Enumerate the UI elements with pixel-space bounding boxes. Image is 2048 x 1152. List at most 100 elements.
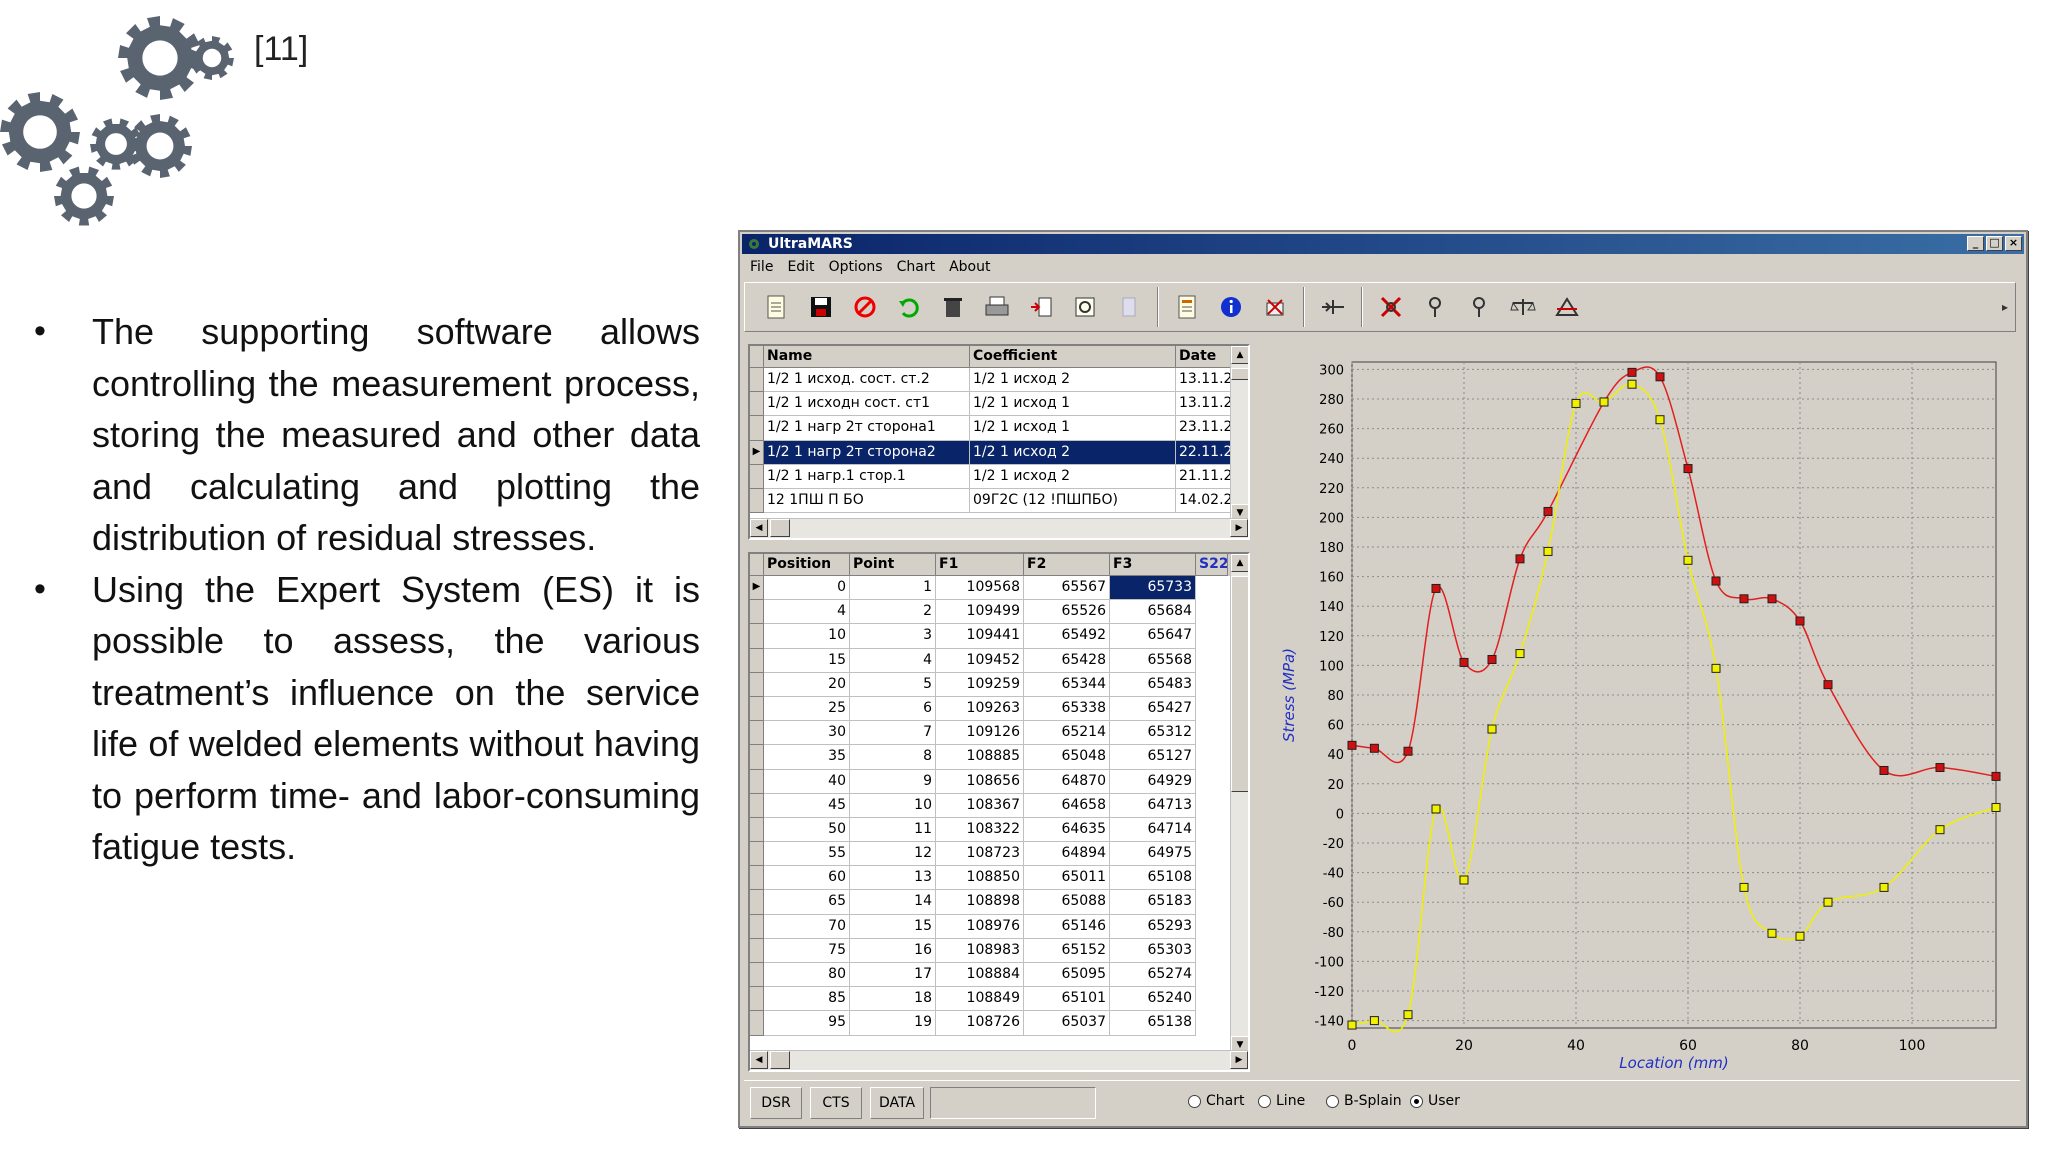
remove-point-icon[interactable] (1369, 287, 1413, 327)
record-cell[interactable]: 13.11.2( (1176, 368, 1232, 393)
data-vscrollbar[interactable]: ▲ ▼ (1230, 554, 1248, 1054)
record-cell[interactable]: 09Г2С (12 !ПШПБО) (970, 488, 1176, 514)
data-row[interactable]: 80 17 108884 65095 65274 (750, 963, 1248, 988)
pin-icon[interactable] (1413, 287, 1457, 327)
data-cell[interactable]: 65684 (1110, 600, 1196, 625)
data-point-2[interactable] (1767, 928, 1777, 938)
delete-icon[interactable] (931, 287, 975, 327)
record-cell[interactable]: 1/2 1 исходн сост. ст1 (764, 392, 970, 417)
data-point-1[interactable] (1683, 464, 1693, 474)
data-row[interactable]: 4 2 109499 65526 65684 (750, 600, 1248, 625)
data-cell[interactable]: 80 (764, 963, 850, 988)
data-point-1[interactable] (1739, 594, 1749, 604)
radio-user[interactable]: User (1410, 1093, 1460, 1109)
data-cell[interactable]: 65483 (1110, 672, 1196, 697)
data-row[interactable]: 55 12 108723 64894 64975 (750, 842, 1248, 867)
data-cell[interactable]: 20 (764, 672, 850, 697)
data-cell[interactable]: 64658 (1024, 793, 1110, 818)
data-point-1[interactable] (1991, 771, 2001, 781)
data-point-2[interactable] (1935, 825, 1945, 835)
data-point-2[interactable] (1823, 897, 1833, 907)
data-row[interactable]: 20 5 109259 65344 65483 (750, 672, 1248, 697)
data-cell[interactable]: 65240 (1110, 987, 1196, 1012)
data-cell[interactable]: 65 (764, 890, 850, 915)
data-cell[interactable]: 95 (764, 1011, 850, 1036)
data-point-1[interactable] (1543, 506, 1553, 516)
maximize-button[interactable]: □ (1986, 236, 2003, 251)
data-cell[interactable]: 108723 (936, 842, 1024, 867)
records-hscrollbar[interactable]: ◀ ▶ (750, 518, 1248, 538)
data-cell[interactable]: 64714 (1110, 817, 1196, 843)
menu-file[interactable]: File (750, 256, 773, 278)
data-cell[interactable]: 40 (764, 769, 850, 794)
column-header[interactable]: F1 (936, 554, 1024, 576)
data-cell[interactable]: 14 (850, 890, 936, 915)
data-cell[interactable]: 4 (764, 600, 850, 625)
data-cell[interactable]: 65293 (1110, 914, 1196, 939)
scroll-left-icon[interactable]: ◀ (750, 519, 768, 537)
data-cell[interactable]: 65274 (1110, 963, 1196, 988)
radio-button-icon[interactable] (1188, 1094, 1201, 1108)
data-cell[interactable]: 4 (850, 648, 936, 673)
menu-about[interactable]: About (949, 256, 990, 278)
data-cell[interactable]: 15 (764, 648, 850, 673)
data-cell[interactable]: 65095 (1024, 963, 1110, 988)
data-cell[interactable]: 25 (764, 696, 850, 722)
data-cell[interactable]: 64635 (1024, 817, 1110, 843)
print-icon[interactable] (975, 287, 1019, 327)
record-row[interactable]: 12 1ПШ П БО09Г2С (12 !ПШПБО)14.02.2( (750, 488, 1248, 514)
data-row[interactable]: 45 10 108367 64658 64713 (750, 793, 1248, 818)
scroll-left-icon[interactable]: ◀ (750, 1051, 768, 1069)
column-header[interactable]: F2 (1024, 554, 1110, 576)
data-cell[interactable]: 45 (764, 793, 850, 818)
data-cell[interactable]: 65733 (1110, 576, 1196, 601)
data-cell[interactable]: 65011 (1024, 866, 1110, 891)
data-cell[interactable]: 65526 (1024, 600, 1110, 625)
data-cell[interactable]: 64870 (1024, 769, 1110, 794)
data-cell[interactable]: 109259 (936, 672, 1024, 697)
data-cell[interactable]: 3 (850, 624, 936, 649)
data-point-1[interactable] (1823, 680, 1833, 690)
data-cell[interactable]: 109126 (936, 721, 1024, 746)
data-cell[interactable]: 65647 (1110, 624, 1196, 649)
data-cell[interactable]: 65214 (1024, 721, 1110, 746)
column-header[interactable]: S22 (1196, 554, 1228, 576)
data-cell[interactable]: 1 (850, 576, 936, 601)
data-cell[interactable]: 108885 (936, 745, 1024, 770)
data-point-2[interactable] (1627, 379, 1637, 389)
measure-icon[interactable] (1545, 287, 1589, 327)
data-cell[interactable]: 35 (764, 745, 850, 770)
data-cell[interactable]: 65428 (1024, 648, 1110, 673)
data-cell[interactable]: 108367 (936, 793, 1024, 818)
data-cell[interactable]: 108849 (936, 987, 1024, 1012)
record-cell[interactable]: 1/2 1 исход 1 (970, 392, 1176, 417)
data-cell[interactable]: 109499 (936, 600, 1024, 625)
data-point-2[interactable] (1711, 663, 1721, 673)
data-row[interactable]: 35 8 108885 65048 65127 (750, 745, 1248, 770)
data-point-2[interactable] (1459, 875, 1469, 885)
data-cell[interactable]: 108726 (936, 1011, 1024, 1036)
title-bar[interactable]: UltraMARS _ □ × (742, 234, 2024, 254)
radio-button-icon[interactable] (1326, 1094, 1339, 1108)
data-cell[interactable]: 0 (764, 576, 850, 601)
data-cell[interactable]: 65088 (1024, 890, 1110, 915)
record-row[interactable]: 1/2 1 исход. сост. ст.2 1/2 1 исход 2 13.1… (750, 368, 1248, 393)
record-row[interactable]: 1/2 1 исходн сост. ст1 1/2 1 исход 1 13.11… (750, 392, 1248, 417)
radio-chart[interactable]: Chart (1188, 1093, 1244, 1109)
balance-icon[interactable] (1501, 287, 1545, 327)
record-cell[interactable]: 1/2 1 исход 2 (970, 464, 1176, 489)
records-vscrollbar[interactable]: ▲ ▼ (1230, 346, 1248, 522)
data-cell[interactable]: 65303 (1110, 938, 1196, 963)
scroll-right-icon[interactable]: ▶ (1230, 1051, 1248, 1069)
data-point-2[interactable] (1571, 398, 1581, 408)
data-cell[interactable]: 65568 (1110, 648, 1196, 673)
data-point-2[interactable] (1879, 882, 1889, 892)
data-cell[interactable]: 65048 (1024, 745, 1110, 770)
data-point-1[interactable] (1515, 554, 1525, 564)
cancel-icon[interactable] (843, 287, 887, 327)
record-cell[interactable]: 1/2 1 исход 1 (970, 416, 1176, 441)
data-cell[interactable]: 65108 (1110, 866, 1196, 891)
data-cell[interactable]: 30 (764, 721, 850, 746)
data-cell[interactable]: 65492 (1024, 624, 1110, 649)
data-row[interactable]: 40 9 108656 64870 64929 (750, 769, 1248, 794)
